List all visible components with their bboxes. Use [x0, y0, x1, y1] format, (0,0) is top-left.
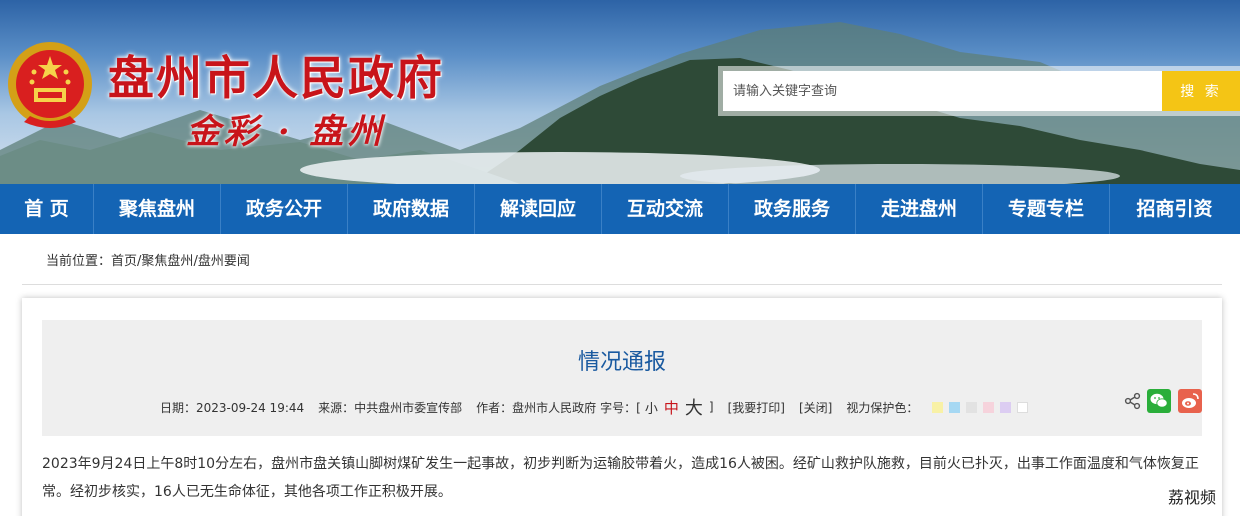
nav-item-focus[interactable]: 聚焦盘州 — [94, 184, 221, 234]
nav-item-gov-service[interactable]: 政务服务 — [729, 184, 856, 234]
breadcrumb-focus[interactable]: 聚焦盘州 — [141, 254, 193, 269]
font-size-label: 字号：[ — [600, 400, 641, 415]
eye-color-pink[interactable] — [983, 401, 995, 413]
article-body: 2023年9月24日上午8时10分左右，盘州市盘关镇山脚树煤矿发生一起事故，初步… — [42, 456, 1199, 500]
font-size-close-bracket: ] — [708, 400, 714, 414]
font-size-medium-button[interactable]: 中 — [664, 397, 679, 418]
article-source: 来源：中共盘州市委宣传部 — [318, 400, 463, 415]
close-button[interactable]: [关闭] — [799, 399, 832, 416]
font-size-large-button[interactable]: 大 — [685, 394, 703, 420]
site-title: 盘州市人民政府 — [108, 51, 444, 105]
breadcrumb: 当前位置：首页/聚焦盘州/盘州要闻 — [46, 250, 250, 269]
nav-item-interpret[interactable]: 解读回应 — [475, 184, 602, 234]
article-author: 作者：盘州市人民政府 — [476, 400, 597, 415]
breadcrumb-news[interactable]: 盘州要闻 — [198, 254, 250, 269]
nav-item-explore[interactable]: 走进盘州 — [856, 184, 983, 234]
print-button[interactable]: [我要打印] — [728, 399, 785, 416]
search-button[interactable]: 搜 索 — [1162, 71, 1240, 111]
wechat-icon — [1150, 393, 1168, 408]
nav-item-topics[interactable]: 专题专栏 — [983, 184, 1110, 234]
eye-color-white[interactable] — [1017, 401, 1029, 413]
nav-item-gov-data[interactable]: 政府数据 — [348, 184, 475, 234]
share-icon[interactable] — [1124, 392, 1142, 410]
article-date: 日期：2023-09-24 19:44 — [160, 400, 305, 415]
eye-color-gray[interactable] — [966, 401, 978, 413]
breadcrumb-home[interactable]: 首页 — [111, 254, 137, 269]
site-slogan: 金彩 · 盘州 — [186, 112, 386, 152]
nav-item-gov-open[interactable]: 政务公开 — [221, 184, 348, 234]
national-emblem-icon — [8, 42, 92, 128]
eye-color-yellow[interactable] — [932, 401, 944, 413]
wechat-share-button[interactable] — [1147, 389, 1171, 413]
eye-color-blue[interactable] — [949, 401, 961, 413]
font-size-small-button[interactable]: 小 — [645, 398, 658, 417]
nav-item-interact[interactable]: 互动交流 — [602, 184, 729, 234]
eye-color-purple[interactable] — [1000, 401, 1012, 413]
eye-care-label: 视力保护色： — [846, 400, 919, 415]
search-input[interactable] — [723, 71, 1163, 111]
nav-item-home[interactable]: 首 页 — [0, 184, 94, 234]
main-nav: 首 页 聚焦盘州 政务公开 政府数据 解读回应 互动交流 政务服务 走进盘州 专… — [0, 184, 1240, 234]
weibo-share-button[interactable] — [1178, 389, 1202, 413]
breadcrumb-divider — [22, 284, 1222, 285]
article-title: 情况通报 — [577, 350, 666, 375]
nav-item-investment[interactable]: 招商引资 — [1110, 184, 1239, 234]
watermark: 荔视频 — [1168, 488, 1217, 507]
breadcrumb-prefix: 当前位置： — [46, 254, 112, 269]
weibo-icon — [1182, 393, 1199, 408]
article-meta: 日期：2023-09-24 19:44 来源：中共盘州市委宣传部 作者：盘州市人… — [160, 394, 1034, 420]
